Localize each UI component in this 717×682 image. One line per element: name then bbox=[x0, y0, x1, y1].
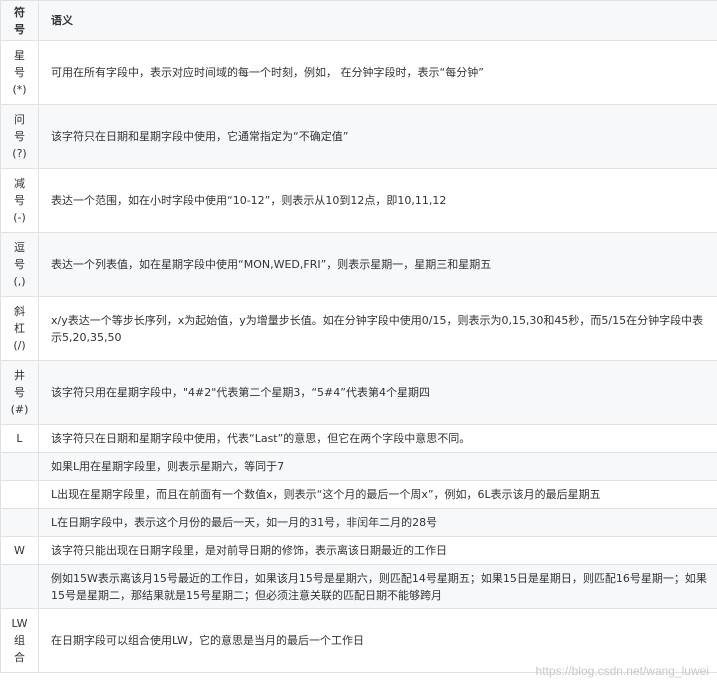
symbol-cell bbox=[0, 480, 39, 509]
table-header-row: 符号 语义 bbox=[0, 0, 717, 41]
table-row: L在日期字段中，表示这个月份的最后一天，如一月的31号，非闰年二月的28号 bbox=[0, 508, 717, 537]
table-row: 井号 (#) 该字符只用在星期字段中，"4#2"代表第二个星期3，“5#4”代表第4… bbox=[0, 360, 717, 425]
table-row: 减号 (-) 表达一个范围，如在小时字段中使用“10-12”，则表示从10到12点，… bbox=[0, 168, 717, 233]
meaning-cell: x/y表达一个等步长序列，x为起始值，y为增量步长值。如在分钟字段中使用0/15… bbox=[38, 296, 717, 361]
meaning-cell: 例如15W表示离该月15号最近的工作日，如果该月15号是星期六，则匹配14号星期… bbox=[38, 564, 717, 609]
table-row: 斜杠 (/) x/y表达一个等步长序列，x为起始值，y为增量步长值。如在分钟字段中使… bbox=[0, 296, 717, 361]
meaning-cell: 表达一个范围，如在小时字段中使用“10-12”，则表示从10到12点，即10,1… bbox=[38, 168, 717, 233]
table-body: 星号 (*) 可用在所有字段中，表示对应时间域的每一个时刻，例如， 在分钟字段时，表… bbox=[0, 40, 717, 673]
table-row: L 该字符只在日期和星期字段中使用，代表“Last”的意思，但它在两个字段中意思不… bbox=[0, 424, 717, 453]
table-row: 问号 (?) 该字符只在日期和星期字段中使用，它通常指定为“不确定值” bbox=[0, 104, 717, 169]
meaning-cell: 该字符只在日期和星期字段中使用，代表“Last”的意思，但它在两个字段中意思不同… bbox=[38, 424, 717, 453]
symbol-cell: L bbox=[0, 424, 39, 453]
symbol-cell: W bbox=[0, 536, 39, 565]
symbol-cell: 斜杠 (/) bbox=[0, 296, 39, 361]
symbol-cell bbox=[0, 452, 39, 481]
meaning-cell: 该字符只在日期和星期字段中使用，它通常指定为“不确定值” bbox=[38, 104, 717, 169]
meaning-cell: 在日期字段可以组合使用LW，它的意思是当月的最后一个工作日 bbox=[38, 608, 717, 673]
symbol-cell: 星号 (*) bbox=[0, 40, 39, 105]
symbol-cell: 问号 (?) bbox=[0, 104, 39, 169]
table-row: 如果L用在星期字段里，则表示星期六，等同于7 bbox=[0, 452, 717, 481]
header-symbol: 符号 bbox=[0, 0, 39, 41]
symbol-cell: 逗号 (,) bbox=[0, 232, 39, 297]
symbol-cell: 减号 (-) bbox=[0, 168, 39, 233]
meaning-cell: 如果L用在星期字段里，则表示星期六，等同于7 bbox=[38, 452, 717, 481]
table-row: L出现在星期字段里，而且在前面有一个数值x，则表示“这个月的最后一个周x”，例如… bbox=[0, 480, 717, 509]
table-row: W 该字符只能出现在日期字段里，是对前导日期的修饰，表示离该日期最近的工作日 bbox=[0, 536, 717, 565]
symbol-cell bbox=[0, 508, 39, 537]
meaning-cell: L在日期字段中，表示这个月份的最后一天，如一月的31号，非闰年二月的28号 bbox=[38, 508, 717, 537]
table-row: 例如15W表示离该月15号最近的工作日，如果该月15号是星期六，则匹配14号星期… bbox=[0, 564, 717, 609]
table-row: 星号 (*) 可用在所有字段中，表示对应时间域的每一个时刻，例如， 在分钟字段时，表… bbox=[0, 40, 717, 105]
cron-symbol-table: 符号 语义 星号 (*) 可用在所有字段中，表示对应时间域的每一个时刻，例如， 在分… bbox=[0, 0, 717, 673]
table-row: LW 组合在日期字段可以组合使用LW，它的意思是当月的最后一个工作日 bbox=[0, 608, 717, 673]
symbol-cell bbox=[0, 564, 39, 609]
meaning-cell: 该字符只能出现在日期字段里，是对前导日期的修饰，表示离该日期最近的工作日 bbox=[38, 536, 717, 565]
meaning-cell: L出现在星期字段里，而且在前面有一个数值x，则表示“这个月的最后一个周x”，例如… bbox=[38, 480, 717, 509]
symbol-cell: LW 组合 bbox=[0, 608, 39, 673]
meaning-cell: 表达一个列表值，如在星期字段中使用“MON,WED,FRI”，则表示星期一，星期… bbox=[38, 232, 717, 297]
meaning-cell: 该字符只用在星期字段中，"4#2"代表第二个星期3，“5#4”代表第4个星期四 bbox=[38, 360, 717, 425]
header-meaning: 语义 bbox=[38, 0, 717, 41]
meaning-cell: 可用在所有字段中，表示对应时间域的每一个时刻，例如， 在分钟字段时，表示“每分钟… bbox=[38, 40, 717, 105]
table-row: 逗号 (,) 表达一个列表值，如在星期字段中使用“MON,WED,FRI”，则表示星… bbox=[0, 232, 717, 297]
symbol-cell: 井号 (#) bbox=[0, 360, 39, 425]
